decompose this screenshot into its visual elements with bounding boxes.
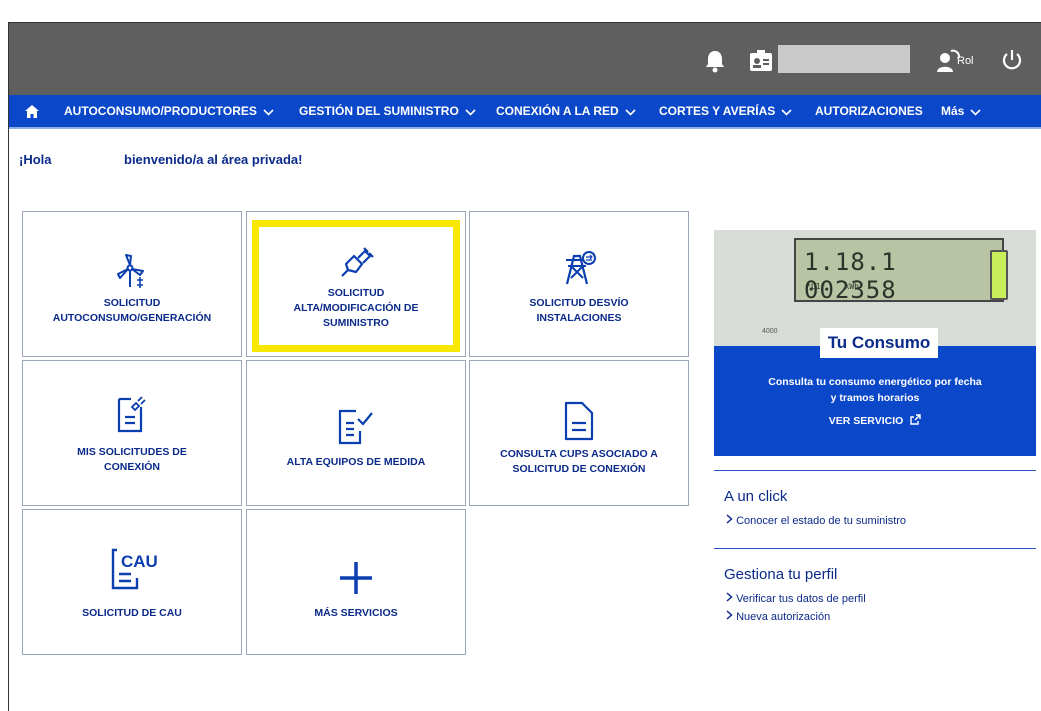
user-name-field	[778, 45, 910, 73]
tile-solicitud-alta-suministro[interactable]: SOLICITUD ALTA/MODIFICACIÓN DE SUMINISTR…	[246, 211, 466, 357]
nav-divider	[9, 127, 1041, 129]
chevron-right-icon	[726, 592, 736, 605]
tile-label: SOLICITUD DE CAU	[27, 606, 237, 621]
chevron-down-icon	[263, 96, 274, 128]
link-label: Verificar tus datos de perfil	[736, 593, 866, 605]
tile-label: SOLICITUD DESVÍO INSTALACIONES	[474, 296, 684, 326]
greeting-hola: ¡Hola	[19, 152, 52, 167]
link-conocer-estado[interactable]: Conocer el estado de tu suministro	[726, 514, 906, 527]
nav-label: CONEXIÓN A LA RED	[496, 104, 619, 118]
tile-label-line: CONSULTA CUPS ASOCIADO A	[500, 448, 658, 460]
nav-conexion-red[interactable]: CONEXIÓN A LA RED	[496, 95, 636, 127]
document-icon	[470, 401, 688, 446]
nav-label: CORTES Y AVERÍAS	[659, 104, 776, 118]
nav-gestion-suministro[interactable]: GESTIÓN DEL SUMINISTRO	[299, 95, 476, 127]
tile-consulta-cups[interactable]: CONSULTA CUPS ASOCIADO A SOLICITUD DE CO…	[469, 360, 689, 506]
tile-label-line: SUMINISTRO	[323, 317, 389, 329]
link-label: Nueva autorización	[736, 611, 831, 623]
ver-servicio-label: VER SERVICIO	[828, 414, 904, 427]
plus-icon	[247, 560, 465, 601]
nav-label: AUTOCONSUMO/PRODUCTORES	[64, 104, 257, 118]
tile-label-line: SOLICITUD	[327, 287, 385, 299]
meter-display-small: *L1* kWh	[806, 282, 859, 291]
tile-alta-equipos[interactable]: ALTA EQUIPOS DE MEDIDA	[246, 360, 466, 506]
divider	[714, 548, 1036, 549]
ver-servicio-link[interactable]: VER SERVICIO	[714, 414, 1036, 428]
gestiona-perfil-title: Gestiona tu perfil	[724, 566, 838, 583]
tile-solicitud-cau[interactable]: CAU SOLICITUD DE CAU	[22, 509, 242, 655]
tile-label: ALTA EQUIPOS DE MEDIDA	[251, 455, 461, 470]
nav-label: AUTORIZACIONES	[815, 104, 923, 118]
tile-label-line: MÁS SERVICIOS	[314, 607, 398, 619]
tile-label-line: SOLICITUD DE CAU	[82, 607, 182, 619]
tile-mis-solicitudes[interactable]: MIS SOLICITUDES DE CONEXIÓN	[22, 360, 242, 506]
home-icon[interactable]	[25, 95, 39, 127]
chevron-right-icon	[726, 610, 736, 623]
meter-indicator	[990, 250, 1008, 300]
document-plug-icon	[23, 393, 241, 438]
tile-solicitud-desvio[interactable]: SOLICITUD DESVÍO INSTALACIONES	[469, 211, 689, 357]
chevron-right-icon	[726, 514, 736, 527]
link-nueva-autorizacion[interactable]: Nueva autorización	[726, 610, 830, 623]
main-nav: AUTOCONSUMO/PRODUCTORES GESTIÓN DEL SUMI…	[9, 95, 1041, 127]
a-un-click-title: A un click	[724, 488, 788, 505]
nav-label: Más	[941, 104, 965, 118]
greeting-welcome: bienvenido/a al área privada!	[124, 152, 303, 167]
power-tower-icon	[470, 250, 688, 293]
chevron-down-icon	[465, 96, 476, 128]
chevron-down-icon	[970, 96, 981, 128]
tile-label-line: CONEXIÓN	[103, 461, 160, 473]
meter-display-text: 1.18.1 002358	[804, 248, 897, 304]
promo-text-line2: y tramos horarios	[830, 392, 920, 404]
chevron-down-icon	[781, 96, 792, 128]
external-link-icon	[910, 414, 921, 428]
tile-label-line: SOLICITUD DE CONEXIÓN	[512, 463, 646, 475]
nav-label: GESTIÓN DEL SUMINISTRO	[299, 104, 459, 118]
nav-cortes-averias[interactable]: CORTES Y AVERÍAS	[659, 95, 792, 127]
plug-icon	[247, 246, 465, 285]
tile-label-line: MIS SOLICITUDES DE	[77, 446, 187, 458]
tile-label: MIS SOLICITUDES DE CONEXIÓN	[27, 445, 237, 475]
chevron-down-icon	[625, 96, 636, 128]
document-check-icon	[247, 409, 465, 450]
tile-label-line: SOLICITUD DESVÍO	[529, 297, 629, 309]
tile-solicitud-autoconsumo[interactable]: SOLICITUD AUTOCONSUMO/GENERACIÓN	[22, 211, 242, 357]
tile-label-line: ALTA EQUIPOS DE MEDIDA	[286, 456, 426, 468]
id-card-icon[interactable]	[749, 50, 773, 77]
meter-display: 1.18.1 002358 *L1* kWh	[794, 238, 1004, 304]
promo-tu-consumo[interactable]: 1.18.1 002358 *L1* kWh 4000 Tu Consumo C…	[714, 230, 1036, 456]
tile-label-line: ALTA/MODIFICACIÓN DE	[293, 302, 419, 314]
divider	[714, 470, 1036, 471]
cau-document-icon: CAU	[23, 548, 241, 595]
power-icon[interactable]	[1001, 49, 1023, 76]
tile-label: SOLICITUD ALTA/MODIFICACIÓN DE SUMINISTR…	[251, 286, 461, 331]
tile-label-line: SOLICITUD	[103, 297, 161, 309]
link-label: Conocer el estado de tu suministro	[736, 515, 907, 527]
nav-mas[interactable]: Más	[941, 95, 981, 127]
tile-label: SOLICITUD AUTOCONSUMO/GENERACIÓN	[27, 296, 237, 326]
tile-label-line: AUTOCONSUMO/GENERACIÓN	[52, 312, 212, 324]
promo-title: Tu Consumo	[820, 328, 938, 358]
wind-turbine-icon	[23, 254, 241, 295]
tile-label: MÁS SERVICIOS	[251, 606, 461, 621]
promo-text-line1: Consulta tu consumo energético por fecha	[768, 376, 982, 388]
nav-autoconsumo[interactable]: AUTOCONSUMO/PRODUCTORES	[64, 95, 274, 127]
tile-label-line: INSTALACIONES	[536, 312, 622, 324]
nav-autorizaciones[interactable]: AUTORIZACIONES	[815, 95, 923, 127]
cau-icon-text: CAU	[121, 552, 157, 571]
top-bar: Rol	[9, 23, 1041, 95]
tile-mas-servicios[interactable]: MÁS SERVICIOS	[246, 509, 466, 655]
meter-label: 4000	[762, 328, 778, 335]
role-label[interactable]: Rol	[957, 55, 974, 67]
bell-icon[interactable]	[704, 49, 726, 78]
tile-label: CONSULTA CUPS ASOCIADO A SOLICITUD DE CO…	[474, 447, 684, 477]
link-verificar-datos[interactable]: Verificar tus datos de perfil	[726, 592, 866, 605]
